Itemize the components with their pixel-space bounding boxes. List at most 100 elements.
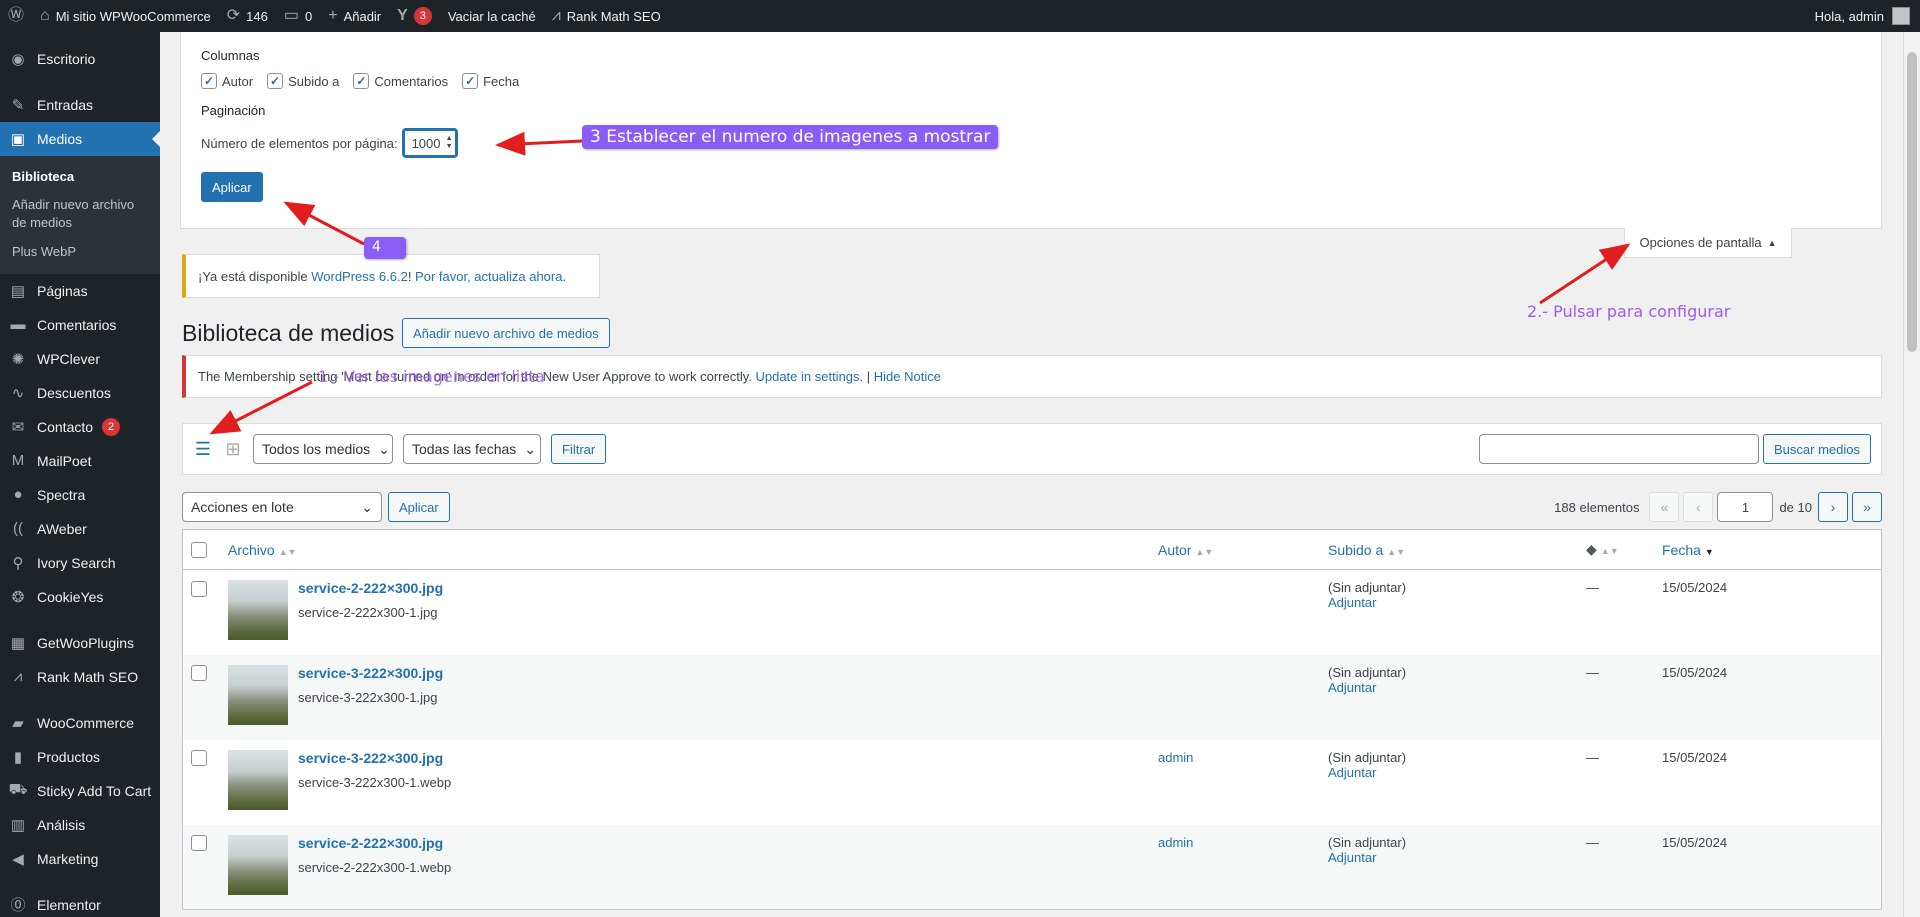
menu-elementor[interactable]: ⓪ Elementor <box>0 888 160 917</box>
menu-getwooplugins[interactable]: ▦ GetWooPlugins <box>0 626 160 660</box>
attach-link[interactable]: Adjuntar <box>1328 850 1376 865</box>
menu-comentarios[interactable]: ▬ Comentarios <box>0 308 160 342</box>
menu-descuentos[interactable]: ∿ Descuentos <box>0 376 160 410</box>
col-uploaded[interactable]: Subido a ▲▼ <box>1320 529 1578 570</box>
menu-entradas[interactable]: ✎ Entradas <box>0 88 160 122</box>
per-page-input[interactable]: 1000 ▲ ▼ <box>401 128 458 158</box>
col-date[interactable]: Fecha ▼ <box>1654 529 1882 570</box>
col-author[interactable]: Autor ▲▼ <box>1150 529 1320 570</box>
submenu-add-media[interactable]: Añadir nuevo archivo de medios <box>0 191 160 237</box>
menu-productos[interactable]: ▮ Productos <box>0 740 160 774</box>
update-settings-link[interactable]: Update in settings <box>755 369 859 384</box>
media-title-link[interactable]: service-3-222×300.jpg <box>228 665 1142 681</box>
row-checkbox[interactable] <box>191 835 207 852</box>
page-icon: ▤ <box>10 282 26 300</box>
grid-view-icon[interactable]: ⊞ <box>223 439 243 459</box>
menu-ivory-search[interactable]: ⚲ Ivory Search <box>0 546 160 580</box>
row-checkbox[interactable] <box>191 750 207 767</box>
unattached-text: (Sin adjuntar) <box>1328 834 1407 850</box>
search-input[interactable] <box>1479 434 1760 464</box>
menu-contacto[interactable]: ✉ Contacto 2 <box>0 410 160 444</box>
comments-link[interactable]: ▭ 0 <box>276 0 320 32</box>
media-thumbnail[interactable] <box>228 664 288 725</box>
comment-icon: ▭ <box>283 7 299 24</box>
menu-paginas[interactable]: ▤ Páginas <box>0 274 160 308</box>
add-new-link[interactable]: + Añadir <box>320 0 389 32</box>
media-title-link[interactable]: service-2-222×300.jpg <box>228 835 1142 851</box>
current-page-input[interactable]: 1 <box>1717 492 1774 522</box>
row-check-cell <box>183 570 221 655</box>
filter-button[interactable]: Filtrar <box>551 434 607 464</box>
menu-spectra[interactable]: ● Spectra <box>0 478 160 512</box>
submenu-biblioteca[interactable]: Biblioteca <box>0 163 160 191</box>
select-value: Todas las fechas <box>412 441 517 457</box>
col-comments[interactable]: ◆ ▲▼ <box>1578 529 1654 570</box>
author-link[interactable]: admin <box>1158 835 1193 850</box>
row-checkbox[interactable] <box>191 665 207 682</box>
attach-link[interactable]: Adjuntar <box>1328 595 1376 610</box>
last-page-icon[interactable]: » <box>1852 492 1882 522</box>
col-title: Autor <box>1158 541 1192 558</box>
bulk-apply-button[interactable]: Aplicar <box>388 492 450 522</box>
menu-sticky-cart[interactable]: ⛟ Sticky Add To Cart <box>0 774 160 808</box>
menu-label: Contacto <box>37 418 94 435</box>
account-menu[interactable]: Hola, admin <box>1815 7 1920 25</box>
next-page-icon[interactable]: › <box>1818 492 1848 522</box>
menu-aweber[interactable]: ((AWeber <box>0 512 160 546</box>
page-scrollbar[interactable] <box>1903 32 1920 917</box>
bulk-actions-select[interactable]: Acciones en lote ⌄ <box>182 492 382 522</box>
menu-medios[interactable]: ▣ Medios <box>0 122 160 156</box>
col-autor-checkbox[interactable]: ✓ Autor <box>201 73 253 89</box>
submenu-plus-webp[interactable]: Plus WebP <box>0 238 160 266</box>
wp-logo[interactable]: Ⓦ <box>0 0 32 32</box>
col-subido-checkbox[interactable]: ✓ Subido a <box>267 73 339 89</box>
col-fecha-checkbox[interactable]: ✓ Fecha <box>462 73 519 89</box>
menu-wpclever[interactable]: ✺ WPClever <box>0 342 160 376</box>
wp-version-link[interactable]: WordPress 6.6.2 <box>311 269 408 284</box>
menu-analisis[interactable]: ▥ Análisis <box>0 808 160 842</box>
site-name-link[interactable]: ⌂ Mi sitio WPWooCommerce <box>32 0 219 32</box>
attach-link[interactable]: Adjuntar <box>1328 680 1376 695</box>
menu-label: GetWooPlugins <box>37 634 135 651</box>
add-new-media-button[interactable]: Añadir nuevo archivo de medios <box>402 318 610 348</box>
table-row: service-3-222×300.jpg service-3-222x300-1… <box>183 740 1882 825</box>
total-pages: de 10 <box>1779 499 1812 515</box>
col-file[interactable]: Archivo ▲▼ <box>220 529 1150 570</box>
aweber-icon: (( <box>13 520 23 538</box>
row-checkbox[interactable] <box>191 580 207 597</box>
spinner-icon[interactable]: ▲ ▼ <box>446 135 456 151</box>
clear-cache-link[interactable]: Vaciar la caché <box>440 0 544 32</box>
select-all-checkbox[interactable] <box>191 542 207 559</box>
menu-woocommerce[interactable]: ▰ WooCommerce <box>0 706 160 740</box>
updates-link[interactable]: ⟳ 146 <box>219 0 276 32</box>
author-link[interactable]: admin <box>1158 750 1193 765</box>
add-new-label: Añadir <box>343 8 382 24</box>
col-comentarios-checkbox[interactable]: ✓ Comentarios <box>353 73 448 89</box>
attach-link[interactable]: Adjuntar <box>1328 765 1376 780</box>
menu-mailpoet[interactable]: M MailPoet <box>0 444 160 478</box>
select-all-cell <box>182 529 220 570</box>
update-now-link[interactable]: Por favor, actualiza ahora <box>415 269 562 284</box>
menu-escritorio[interactable]: ◉ Escritorio <box>0 42 160 76</box>
media-title-link[interactable]: service-2-222×300.jpg <box>228 580 1142 596</box>
media-title-link[interactable]: service-3-222×300.jpg <box>228 750 1142 766</box>
spectra-icon: ● <box>13 486 23 504</box>
comment-icon: ▬ <box>10 316 26 334</box>
screen-options-tab[interactable]: Opciones de pantalla ▲ <box>1624 228 1792 258</box>
menu-rank-math[interactable]: ⩘ Rank Math SEO <box>0 660 160 694</box>
menu-cookieyes[interactable]: ❂ CookieYes <box>0 580 160 614</box>
rank-math-link[interactable]: ⩘ Rank Math SEO <box>544 0 669 32</box>
media-thumbnail[interactable] <box>228 580 288 640</box>
media-thumbnail[interactable] <box>228 834 288 895</box>
search-media-button[interactable]: Buscar medios <box>1763 434 1871 464</box>
hide-notice-link[interactable]: Hide Notice <box>874 369 941 384</box>
scrollbar-thumb[interactable] <box>1907 52 1917 352</box>
menu-marketing[interactable]: ◀ Marketing <box>0 842 160 876</box>
date-select[interactable]: Todas las fechas ⌄ <box>403 434 541 464</box>
media-type-select[interactable]: Todos los medios ⌄ <box>253 434 393 464</box>
screen-options-apply-button[interactable]: Aplicar <box>201 172 263 202</box>
media-thumbnail[interactable] <box>228 749 288 810</box>
table-header: Archivo ▲▼ Autor ▲▼ Subido a ▲▼ ◆ ▲▼ Fecha ▼ <box>182 529 1882 570</box>
yoast-link[interactable]: Y3 <box>389 0 440 32</box>
list-view-icon[interactable]: ☰ <box>193 439 213 459</box>
